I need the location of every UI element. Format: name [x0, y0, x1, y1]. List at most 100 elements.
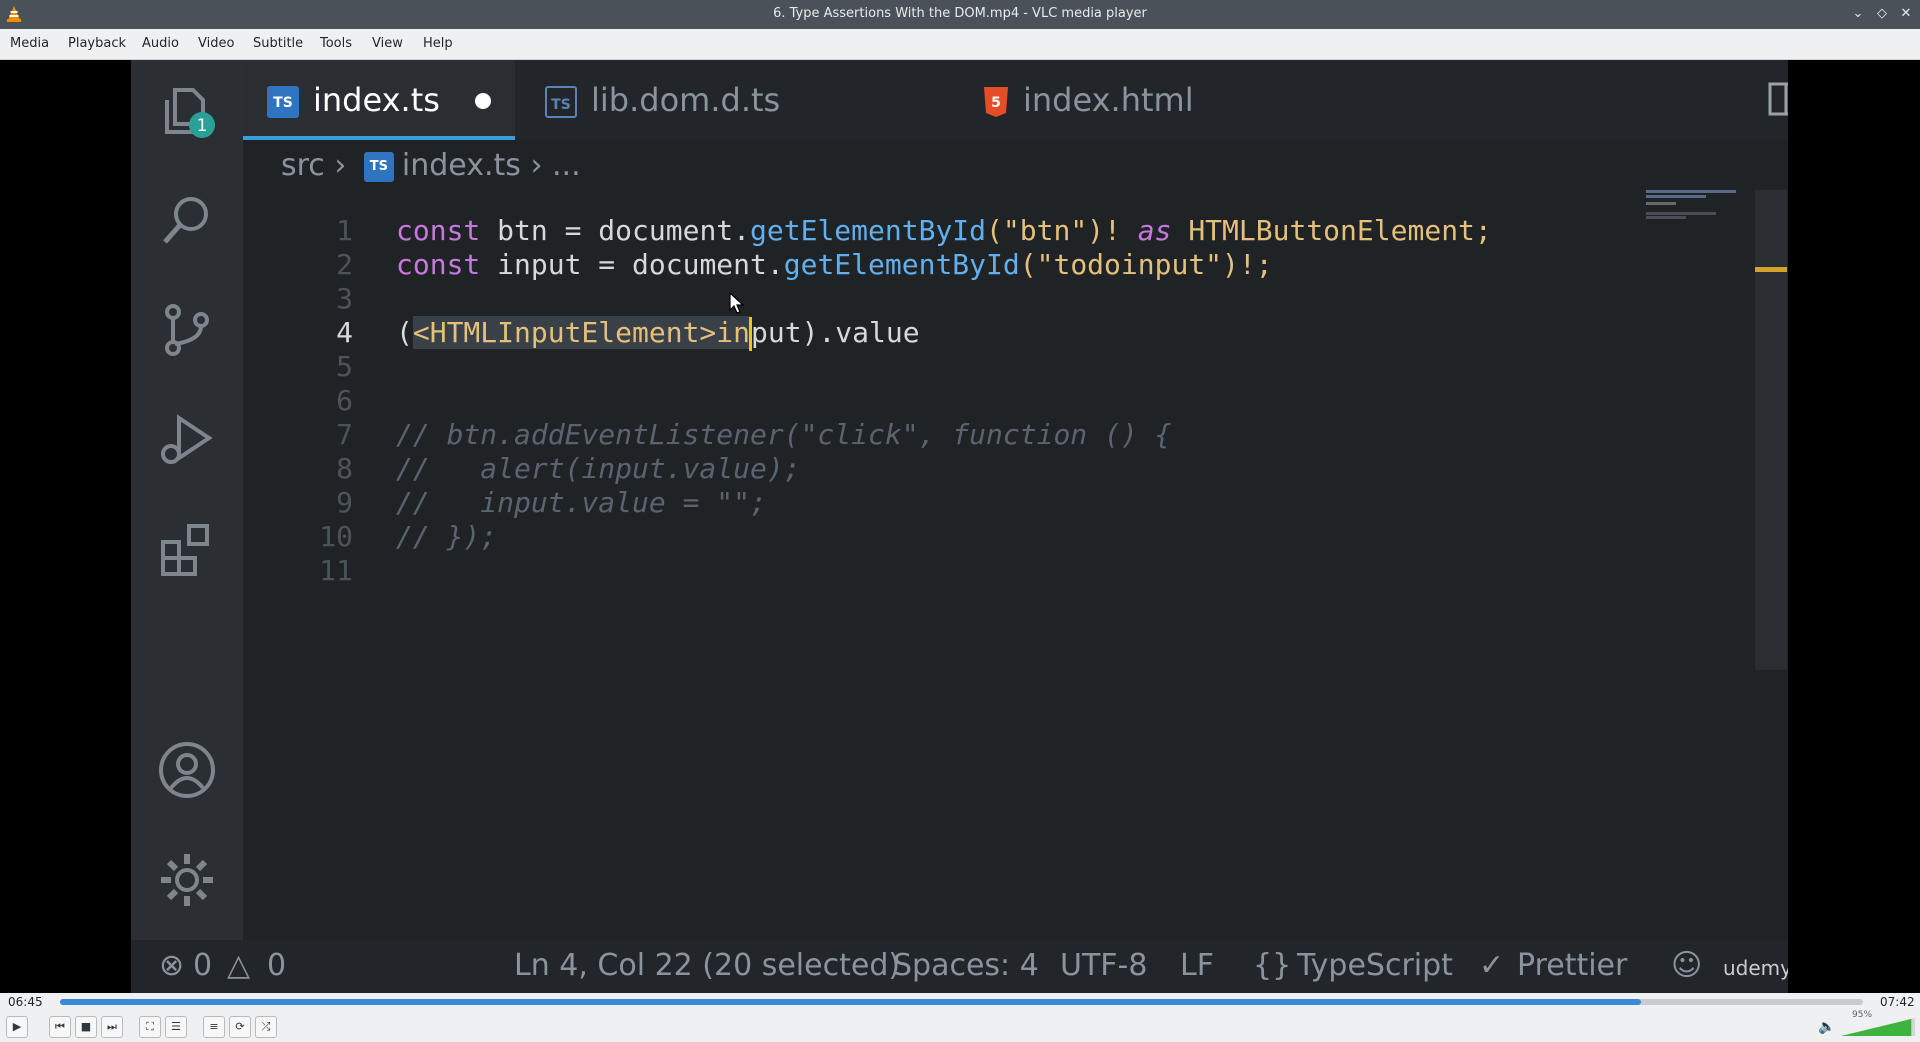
window-title: 6. Type Assertions With the DOM.mp4 - VL…	[773, 6, 1147, 21]
playlist-button[interactable]: ≡	[203, 1016, 225, 1038]
seek-progress	[60, 999, 1642, 1005]
split-editor-icon	[1768, 82, 1788, 116]
extended-settings-button[interactable]: ☰	[165, 1016, 187, 1038]
sliders-icon: ☰	[171, 1020, 181, 1033]
minimize-icon[interactable]: ⌄	[1849, 5, 1867, 23]
fullscreen-icon: ⛶	[146, 1020, 154, 1033]
editor-scrollbar	[1755, 190, 1787, 670]
code-selection: <HTMLInputElement>in	[412, 316, 751, 349]
account-icon	[159, 742, 215, 798]
breadcrumb-ellipsis: ...	[552, 148, 581, 183]
seek-bar[interactable]	[60, 999, 1863, 1005]
loop-icon: ⟳	[235, 1020, 245, 1033]
explorer-icon: 1	[165, 88, 215, 138]
maximize-icon[interactable]: ◇	[1873, 5, 1891, 23]
udemy-watermark: udemy	[1723, 956, 1788, 980]
mouse-pointer-icon	[729, 292, 745, 314]
unsaved-dot-icon	[475, 93, 491, 109]
play-icon: ▶	[12, 1020, 22, 1033]
loop-button[interactable]: ⟳	[229, 1016, 251, 1038]
video-area[interactable]: 1 TS index.ts TS lib.dom.d.ts 5 index.ht…	[0, 60, 1920, 993]
run-debug-icon	[161, 414, 213, 464]
tab-index-html: 5 index.html	[983, 60, 1194, 140]
line-ending: LF	[1180, 948, 1214, 983]
line-number: 1	[336, 214, 353, 247]
line-number: 4	[336, 316, 353, 349]
line-number: 5	[336, 350, 353, 383]
player-controls: 06:45 07:42 ▶ ⏮ ■ ⏭ ⛶ ☰ ≡ ⟳ ⤮ 🔈 95%	[0, 993, 1920, 1042]
typescript-file-icon: TS	[545, 86, 577, 118]
feedback-icon: ☺	[1671, 948, 1703, 983]
error-icon: ⊗	[159, 948, 185, 983]
code-line-4: (<HTMLInputElement>input).value	[396, 316, 920, 351]
code-line-1: const btn = document.getElementById("btn…	[396, 214, 1492, 247]
cursor-position: Ln 4, Col 22 (20 selected)	[514, 948, 901, 983]
code-line-10: // });	[396, 520, 498, 553]
editor-activity-bar: 1	[131, 60, 243, 940]
svg-text:5: 5	[991, 95, 1001, 111]
breadcrumb-folder: src	[281, 148, 325, 183]
menu-tools[interactable]: Tools	[320, 36, 352, 51]
code-line-9: // input.value = "";	[396, 486, 767, 519]
fullscreen-button[interactable]: ⛶	[139, 1016, 161, 1038]
close-icon[interactable]: ✕	[1897, 5, 1915, 23]
chevron-right-icon: ›	[530, 148, 553, 183]
time-total: 07:42	[1880, 995, 1915, 1009]
stop-icon: ■	[80, 1020, 92, 1033]
braces-icon: {}	[1253, 948, 1292, 983]
previous-button[interactable]: ⏮	[49, 1016, 71, 1038]
source-control-icon	[165, 304, 209, 356]
line-number: 3	[336, 282, 353, 315]
search-icon	[163, 197, 208, 244]
menu-subtitle[interactable]: Subtitle	[253, 36, 303, 51]
line-number: 8	[336, 452, 353, 485]
next-button[interactable]: ⏭	[101, 1016, 123, 1038]
line-number: 10	[319, 520, 353, 553]
error-count: 0	[193, 948, 213, 983]
play-button[interactable]: ▶	[6, 1016, 28, 1038]
explorer-badge: 1	[197, 116, 208, 136]
tab-label: index.ts	[313, 81, 440, 119]
tab-label: index.html	[1023, 81, 1194, 119]
check-icon: ✓	[1479, 948, 1505, 983]
typescript-file-icon: TS	[267, 86, 299, 118]
menu-media[interactable]: Media	[10, 36, 49, 51]
chevron-right-icon: ›	[334, 148, 356, 183]
warning-icon: △	[227, 948, 251, 983]
menu-audio[interactable]: Audio	[142, 36, 179, 51]
typescript-file-icon: TS	[363, 151, 394, 182]
shuffle-button[interactable]: ⤮	[255, 1016, 277, 1038]
menu-playback[interactable]: Playback	[68, 36, 126, 51]
code-line-2: const input = document.getElementById("t…	[396, 248, 1273, 281]
editor-status-bar: ⊗ 0 △ 0 Ln 4, Col 22 (20 selected) Space…	[131, 940, 1788, 993]
volume-level: 95%	[1852, 1010, 1873, 1020]
breadcrumb: src › TS index.ts › ...	[281, 148, 581, 183]
settings-gear-icon	[161, 854, 213, 906]
code-line-8: // alert(input.value);	[396, 452, 801, 485]
menu-video[interactable]: Video	[198, 36, 234, 51]
language-mode: TypeScript	[1297, 948, 1453, 983]
next-icon: ⏭	[107, 1020, 117, 1033]
title-bar: 6. Type Assertions With the DOM.mp4 - VL…	[0, 0, 1920, 29]
time-elapsed: 06:45	[8, 995, 43, 1009]
warning-count: 0	[267, 948, 287, 983]
formatter: Prettier	[1517, 948, 1628, 983]
line-number: 9	[336, 486, 353, 519]
code-line-7: // btn.addEventListener("click", functio…	[396, 418, 1172, 451]
tab-lib-dom-d-ts: TS lib.dom.d.ts	[545, 60, 780, 140]
extensions-icon	[161, 524, 209, 576]
line-number: 7	[336, 418, 353, 451]
shuffle-icon: ⤮	[261, 1020, 271, 1033]
menu-help[interactable]: Help	[423, 36, 453, 51]
menu-view[interactable]: View	[372, 36, 403, 51]
menu-bar: Media Playback Audio Video Subtitle Tool…	[0, 29, 1920, 60]
volume-slider[interactable]	[1841, 1018, 1915, 1036]
scrollbar-selection-marker	[1755, 267, 1787, 272]
speaker-icon[interactable]: 🔈	[1818, 1019, 1835, 1035]
line-number: 11	[319, 554, 353, 587]
html5-file-icon: 5	[984, 87, 1008, 117]
stop-button[interactable]: ■	[75, 1016, 97, 1038]
minimap	[1646, 190, 1736, 219]
tab-index-ts: TS index.ts	[243, 60, 515, 140]
line-number: 2	[336, 248, 353, 281]
